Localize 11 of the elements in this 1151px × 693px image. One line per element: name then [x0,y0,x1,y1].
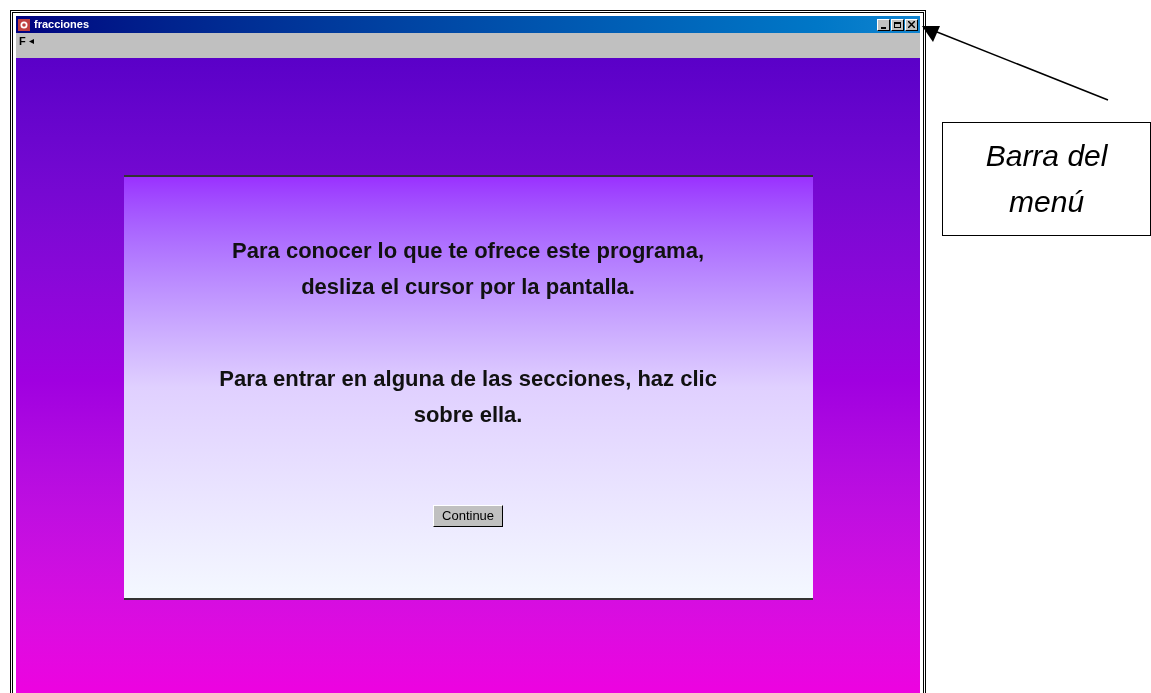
app-icon [18,18,30,31]
instruction-text: Para conocer lo que te ofrece este programa, desliza el cursor por la pantalla. [231,237,706,301]
menu-item[interactable]: F [19,36,34,47]
instruction-text: Para entrar en alguna de las secciones, haz clic sobre ella. [218,365,718,429]
callout-text: Barra del menú [984,138,1109,220]
window-title: fracciones [34,19,90,30]
arrow-icon [28,39,34,44]
minimize-button[interactable] [877,18,891,31]
continue-button[interactable]: Continue [433,505,504,527]
maximize-button[interactable] [891,18,905,31]
close-button[interactable] [905,18,919,31]
